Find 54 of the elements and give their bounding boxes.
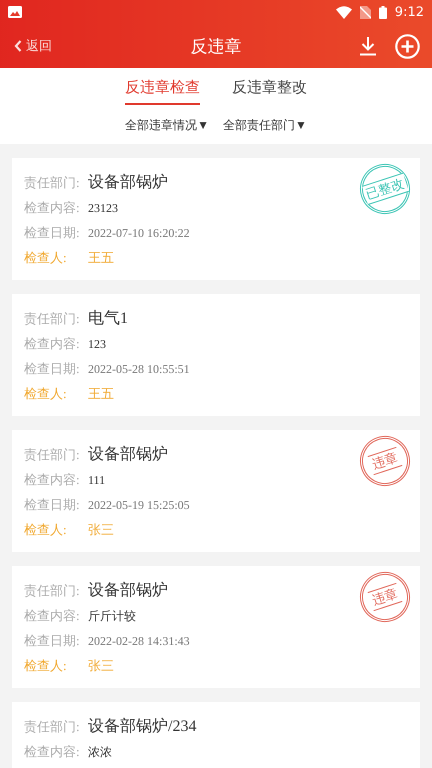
field-value: 王五 [88,387,114,400]
field-value: 斤斤计较 [88,610,136,622]
field-label: 检查内容: [24,337,81,350]
back-button[interactable]: 返回 [14,37,52,55]
tab[interactable]: 反违章整改 [232,78,307,105]
field-label: 检查人: [24,659,68,672]
field-value: 2022-02-28 14:31:43 [88,634,190,646]
field-label: 检查日期: [24,634,81,647]
record-card[interactable]: 责任部门: 电气1 检查内容: 123 检查日期: 2022-05-28 10:55:51 检查人: 王五 [12,294,420,416]
field-value: 设备部锅炉 [88,446,168,462]
field-label: 责任部门: [24,720,81,733]
record-card[interactable]: 责任部门: 设备部锅炉 检查内容: 23123 检查日期: 2022-07-10 16:20:22 检查人: 王五 已整改 [12,158,420,280]
field-value: 电气1 [88,310,128,326]
image-icon [8,6,22,18]
field-label: 检查日期: [24,362,81,375]
no-sim-icon [360,6,371,18]
field-value: 111 [88,474,106,486]
wifi-icon [336,6,352,18]
field-value: 2022-05-19 15:25:05 [88,498,190,510]
field-label: 责任部门: [24,176,81,189]
field-value: 设备部锅炉/234 [88,718,196,734]
field-label: 检查人: [24,251,68,264]
field-label: 检查日期: [24,498,81,511]
field-label: 检查内容: [24,745,81,758]
field-value: 设备部锅炉 [88,582,168,598]
field-value: 王五 [88,251,114,264]
field-value: 2022-07-10 16:20:22 [88,226,190,238]
page-title: 反违章 [190,36,242,58]
field-label: 责任部门: [24,312,81,325]
field-value: 123 [88,338,106,350]
field-label: 责任部门: [24,448,81,461]
download-icon[interactable] [359,36,377,56]
filter-dropdown[interactable]: 全部责任部门▼ [223,117,307,134]
field-value: 设备部锅炉 [88,174,168,190]
field-label: 检查内容: [24,473,81,486]
field-label: 检查人: [24,523,68,536]
filter-dropdown[interactable]: 全部违章情况▼ [125,117,209,134]
field-value: 23123 [88,202,118,214]
field-label: 检查人: [24,387,68,400]
field-value: 张三 [88,659,114,672]
field-label: 检查日期: [24,226,81,239]
status-time: 9:12 [394,4,424,20]
battery-icon [378,6,387,18]
record-card[interactable]: 责任部门: 设备部锅炉 检查内容: 111 检查日期: 2022-05-19 15:25:05 检查人: 张三 违章 [12,430,420,552]
field-label: 检查内容: [24,609,81,622]
field-value: 浓浓 [88,746,112,758]
chevron-left-icon [14,40,22,52]
record-card[interactable]: 责任部门: 设备部锅炉 检查内容: 斤斤计较 检查日期: 2022-02-28 14:31:43 检查人: 张三 违章 [12,566,420,688]
field-label: 检查内容: [24,201,81,214]
record-card[interactable]: 责任部门: 设备部锅炉/234 检查内容: 浓浓 [12,702,420,768]
field-value: 2022-05-28 10:55:51 [88,362,190,374]
field-label: 责任部门: [24,584,81,597]
field-value: 张三 [88,523,114,536]
add-icon[interactable] [395,34,420,58]
